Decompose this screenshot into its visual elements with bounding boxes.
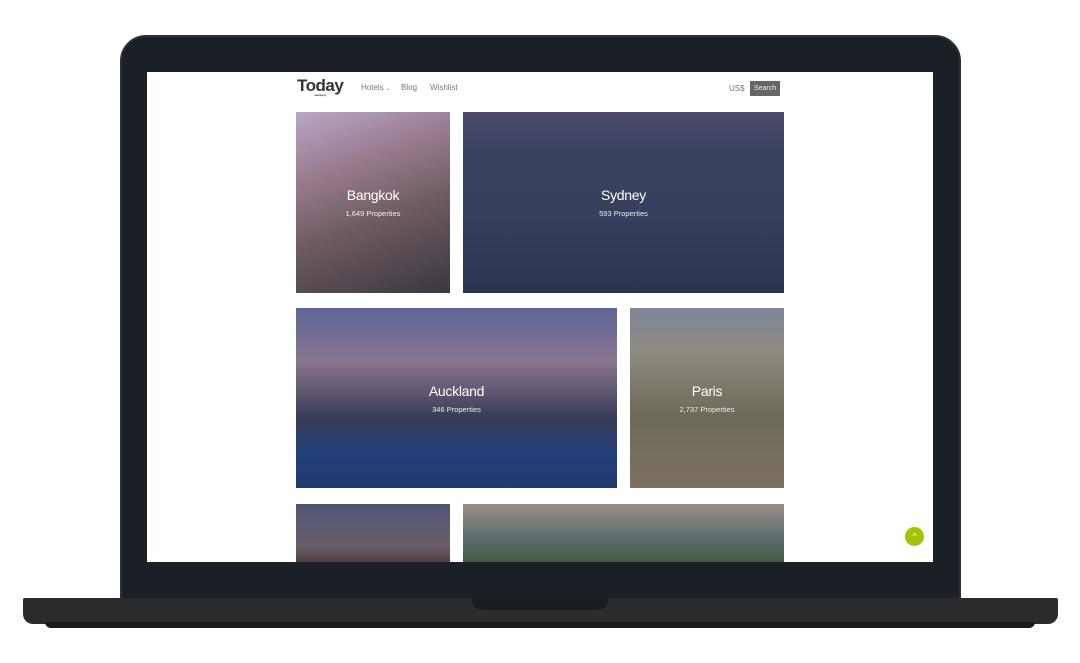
chevron-down-icon: ⌄ [385, 86, 391, 92]
destination-tile-bangkok[interactable]: Bangkok 1,649 Properties [296, 112, 450, 293]
destination-name: Auckland [428, 383, 485, 399]
navbar: Today travel agency Hotels ⌄ Blog Wishlis… [147, 72, 933, 102]
screen: Today travel agency Hotels ⌄ Blog Wishlis… [147, 72, 933, 562]
logo[interactable]: Today travel agency [297, 76, 344, 97]
destination-count: 2,737 Properties [679, 405, 735, 414]
laptop-notch [472, 598, 608, 610]
destination-count: 1,649 Properties [345, 209, 401, 218]
laptop-base-shadow [45, 622, 1035, 628]
destination-tile-auckland[interactable]: Auckland 346 Properties [296, 308, 617, 488]
destination-name: Sydney [601, 187, 646, 203]
chevron-up-icon: ^ [912, 531, 917, 541]
search-button[interactable]: Search [750, 81, 780, 96]
destination-count: 346 Properties [432, 405, 481, 414]
nav-wishlist[interactable]: Wishlist [430, 83, 458, 92]
destination-name: Paris [691, 383, 723, 399]
destination-tile[interactable] [296, 504, 450, 562]
destination-name: Bangkok [346, 187, 400, 203]
scroll-to-top-button[interactable]: ^ [905, 527, 924, 546]
nav-hotels-label: Hotels [361, 83, 384, 92]
destination-count: 593 Properties [599, 209, 648, 218]
nav-hotels[interactable]: Hotels ⌄ [361, 83, 391, 92]
currency-selector[interactable]: US$ [729, 84, 745, 93]
destination-tile[interactable] [463, 504, 784, 562]
nav-blog[interactable]: Blog [401, 83, 417, 92]
destination-tile-paris[interactable]: Paris 2,737 Properties [630, 308, 784, 488]
destination-tile-sydney[interactable]: Sydney 593 Properties [463, 112, 784, 293]
